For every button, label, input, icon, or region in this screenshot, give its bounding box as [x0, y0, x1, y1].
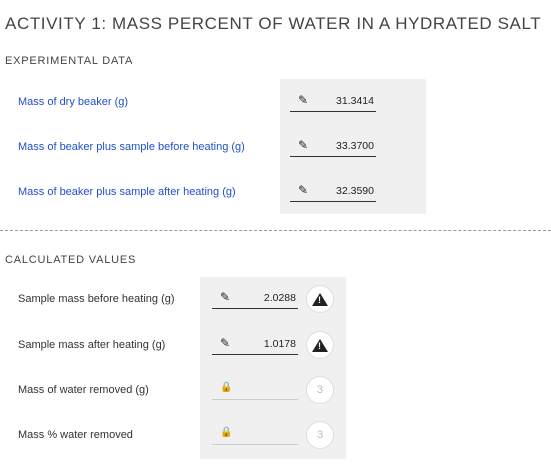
input-value: 2.0288	[263, 292, 296, 304]
input-value: 31.3414	[336, 95, 374, 107]
label-sample-mass-before: Sample mass before heating (g)	[18, 293, 175, 305]
input-mass-before-heating[interactable]: ✎ 33.3700	[290, 133, 376, 157]
input-value: 33.3700	[336, 140, 374, 152]
pencil-icon: ✎	[220, 290, 231, 304]
input-sample-mass-after[interactable]: ✎ 1.0178	[212, 331, 298, 355]
attempts-badge: 3	[306, 421, 334, 449]
input-mass-percent-water: 🔒	[212, 421, 298, 445]
attempts-badge: 3	[306, 376, 334, 404]
input-value: 32.3590	[336, 185, 374, 197]
label-mass-percent-water: Mass % water removed	[18, 429, 133, 441]
pencil-icon: ✎	[220, 336, 231, 350]
lock-icon: 🔒	[220, 427, 233, 438]
warning-badge[interactable]	[306, 331, 334, 359]
input-value: 1.0178	[263, 338, 296, 350]
input-sample-mass-before[interactable]: ✎ 2.0288	[212, 285, 298, 309]
label-mass-dry-beaker: Mass of dry beaker (g)	[18, 96, 129, 108]
label-mass-water-removed: Mass of water removed (g)	[18, 384, 149, 396]
label-mass-before-heating: Mass of beaker plus sample before heatin…	[18, 141, 245, 153]
label-mass-after-heating: Mass of beaker plus sample after heating…	[18, 186, 236, 198]
pencil-icon: ✎	[298, 138, 309, 152]
section-divider	[0, 230, 551, 231]
attempts-count: 3	[316, 384, 324, 396]
experimental-data-heading: EXPERIMENTAL DATA	[5, 55, 134, 67]
warning-badge[interactable]	[306, 285, 334, 313]
input-mass-dry-beaker[interactable]: ✎ 31.3414	[290, 88, 376, 112]
warning-icon	[312, 292, 328, 306]
label-sample-mass-after: Sample mass after heating (g)	[18, 339, 166, 351]
warning-icon	[312, 338, 328, 352]
pencil-icon: ✎	[298, 183, 309, 197]
calculated-values-heading: CALCULATED VALUES	[5, 254, 137, 266]
pencil-icon: ✎	[298, 93, 309, 107]
input-mass-after-heating[interactable]: ✎ 32.3590	[290, 178, 376, 202]
page-title: ACTIVITY 1: MASS PERCENT OF WATER IN A H…	[5, 14, 542, 33]
input-mass-water-removed: 🔒	[212, 376, 298, 400]
lock-icon: 🔒	[220, 382, 233, 393]
attempts-count: 3	[316, 429, 324, 441]
